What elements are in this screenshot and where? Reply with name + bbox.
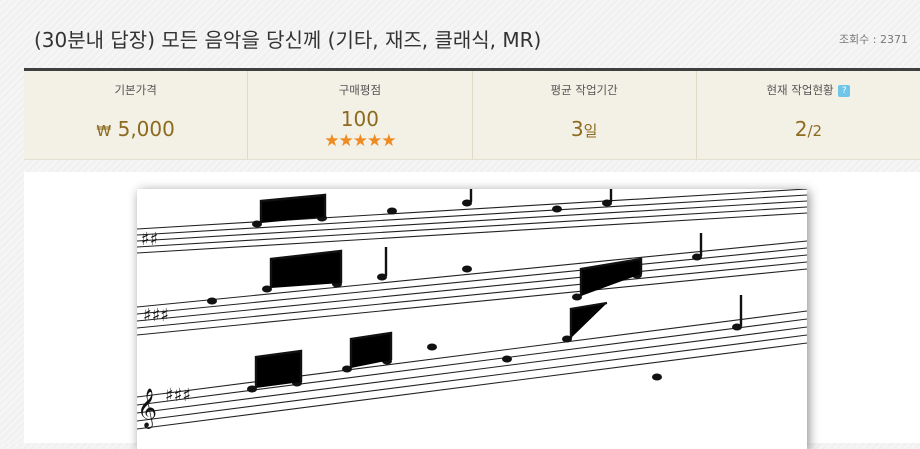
stat-workload: 현재 작업현황 ? 2/2 bbox=[697, 71, 920, 159]
duration-number: 3 bbox=[570, 117, 584, 141]
view-count: 조회수 : 2371 bbox=[838, 33, 908, 46]
rating-stars-icon: ★★★★★ bbox=[324, 131, 396, 151]
price-value: ₩ 5,000 bbox=[24, 117, 247, 141]
page-title: (30분내 답장) 모든 음악을 당신께 (기타, 재즈, 클래식, MR) bbox=[34, 28, 542, 52]
title-bar: (30분내 답장) 모든 음악을 당신께 (기타, 재즈, 클래식, MR) 조… bbox=[0, 0, 920, 68]
sheet-music-image: ♯♯ ♯♯♯ 𝄞 ♯♯♯ bbox=[137, 189, 807, 449]
stat-duration: 평균 작업기간 3일 bbox=[473, 71, 697, 159]
content-area: ♯♯ ♯♯♯ 𝄞 ♯♯♯ bbox=[24, 172, 920, 449]
svg-text:𝄞: 𝄞 bbox=[137, 388, 157, 429]
sheet-music-icon: ♯♯ ♯♯♯ 𝄞 ♯♯♯ bbox=[137, 189, 807, 430]
stat-price: 기본가격 ₩ 5,000 bbox=[24, 71, 249, 159]
workload-value: 2/2 bbox=[697, 117, 920, 141]
stats-panel: 기본가격 ₩ 5,000 구매평점 100 ★★★★★ 평균 작업기간 3일 현… bbox=[24, 68, 920, 160]
duration-unit: 일 bbox=[583, 122, 598, 140]
price-label: 기본가격 bbox=[114, 83, 157, 97]
rating-label: 구매평점 bbox=[338, 83, 382, 97]
duration-label: 평균 작업기간 bbox=[550, 83, 618, 97]
currency-symbol: ₩ bbox=[96, 122, 112, 140]
help-icon[interactable]: ? bbox=[838, 85, 851, 97]
price-amount: 5,000 bbox=[117, 117, 175, 141]
svg-text:♯♯: ♯♯ bbox=[141, 229, 158, 250]
stat-rating: 구매평점 100 ★★★★★ bbox=[248, 71, 473, 159]
workload-current: 2 bbox=[794, 117, 808, 141]
svg-text:♯♯♯: ♯♯♯ bbox=[143, 305, 169, 326]
duration-value: 3일 bbox=[473, 117, 696, 141]
svg-text:♯♯♯: ♯♯♯ bbox=[165, 385, 191, 406]
workload-label-text: 현재 작업현황 bbox=[766, 83, 834, 97]
workload-total: /2 bbox=[807, 122, 823, 140]
rating-value: 100 bbox=[340, 107, 379, 131]
workload-label: 현재 작업현황 ? bbox=[697, 82, 920, 98]
